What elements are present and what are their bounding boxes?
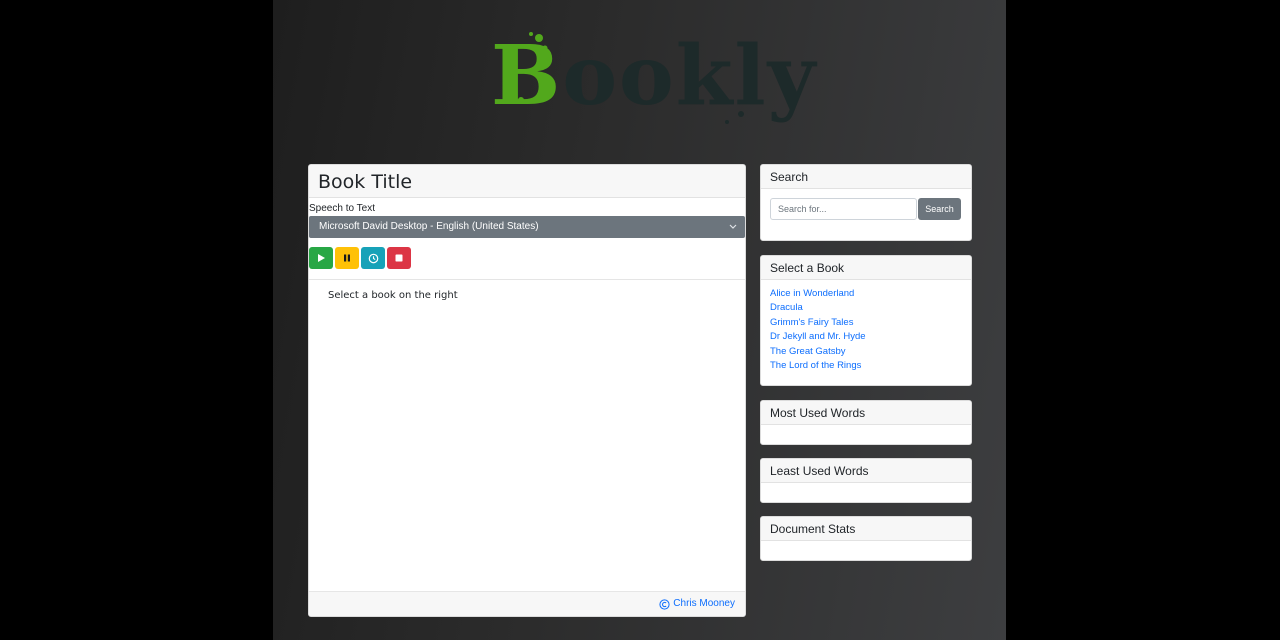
copyright-icon (659, 598, 670, 610)
book-link-alice[interactable]: Alice in Wonderland (770, 287, 971, 301)
timer-button[interactable] (361, 247, 385, 269)
stop-button[interactable] (387, 247, 411, 269)
least-used-words-card: Least Used Words (760, 458, 972, 503)
card-footer: Chris Mooney (309, 591, 745, 616)
most-used-words-title: Most Used Words (761, 401, 971, 425)
least-used-words-title: Least Used Words (761, 459, 971, 483)
logo-text: Bookly (491, 26, 817, 126)
logo-rest-letters: ookly (562, 28, 818, 124)
book-list: Alice in Wonderland Dracula Grimm's Fair… (761, 280, 971, 373)
voice-select-value: Microsoft David Desktop - English (Unite… (319, 221, 539, 232)
stop-icon (395, 254, 403, 262)
search-title: Search (761, 165, 971, 189)
play-icon (318, 254, 325, 262)
book-link-jekyll[interactable]: Dr Jekyll and Mr. Hyde (770, 330, 971, 344)
playback-controls (309, 238, 745, 280)
select-book-title: Select a Book (761, 256, 971, 280)
play-button[interactable] (309, 247, 333, 269)
author-name: Chris Mooney (673, 598, 735, 609)
logo-first-letter: B (491, 28, 563, 124)
speech-to-text-label: Speech to Text (309, 203, 375, 214)
book-link-dracula[interactable]: Dracula (770, 301, 971, 315)
most-used-words-card: Most Used Words (760, 400, 972, 445)
book-link-grimm[interactable]: Grimm's Fairy Tales (770, 316, 971, 330)
book-title: Book Title (309, 165, 745, 198)
pause-icon (344, 254, 350, 262)
page: Bookly Book Title Speech to Text Microso… (273, 0, 1006, 640)
author-credit-link[interactable]: Chris Mooney (659, 592, 735, 616)
pause-button[interactable] (335, 247, 359, 269)
voice-select[interactable]: Microsoft David Desktop - English (Unite… (309, 216, 745, 238)
book-content: Select a book on the right (328, 290, 458, 301)
search-card: Search Search (760, 164, 972, 241)
clock-icon (368, 253, 378, 263)
book-link-lotr[interactable]: The Lord of the Rings (770, 359, 971, 373)
search-input[interactable] (770, 198, 917, 220)
search-form: Search (761, 189, 971, 239)
book-reader-card: Book Title Speech to Text Microsoft Davi… (308, 164, 746, 617)
document-stats-card: Document Stats (760, 516, 972, 561)
select-book-card: Select a Book Alice in Wonderland Dracul… (760, 255, 972, 386)
bookly-logo: Bookly (491, 26, 815, 131)
document-stats-title: Document Stats (761, 517, 971, 541)
search-button[interactable]: Search (918, 198, 961, 220)
book-link-gatsby[interactable]: The Great Gatsby (770, 345, 971, 359)
